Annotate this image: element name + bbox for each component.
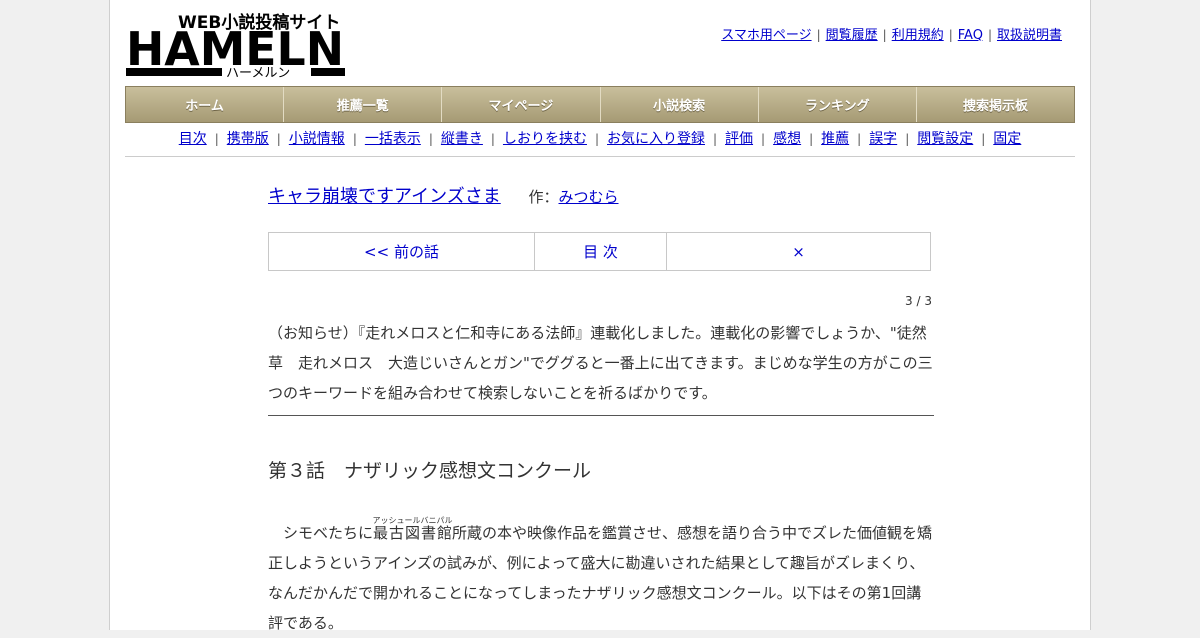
terms-link[interactable]: 利用規約 (892, 28, 944, 43)
smartphone-page-link[interactable]: スマホ用ページ (721, 28, 811, 43)
episode-nav: << 前の話 目 次 × (268, 232, 931, 271)
ruby-annotation: 最古図書館アッシュールバニパル (372, 516, 453, 542)
novel-title-link[interactable]: キャラ崩壊ですアインズさま (268, 186, 501, 207)
nav-recommendations[interactable]: 推薦一覧 (284, 87, 443, 122)
logo-kana: ハーメルン (226, 66, 290, 81)
manual-link[interactable]: 取扱説明書 (997, 28, 1062, 43)
novel-sub-nav: 目次 | 携帯版 | 小説情報 | 一括表示 | 縦書き | しおりを挟む | お気に入り登録 | 評価 | 感… (125, 122, 1075, 157)
nav-ranking[interactable]: ランキング (758, 87, 917, 122)
subnav-toc[interactable]: 目次 (179, 131, 207, 147)
page-container: WEB小説投稿サイト HAMELN ハーメルン スマホ用ページ | 閲覧履歴 | 利用規… (109, 0, 1091, 632)
nav-home[interactable]: ホーム (126, 87, 285, 122)
subnav-rating[interactable]: 評価 (725, 131, 753, 147)
subnav-novel-info[interactable]: 小説情報 (289, 131, 345, 147)
subnav-pin[interactable]: 固定 (993, 131, 1021, 147)
prev-episode-link[interactable]: << 前の話 (269, 233, 535, 270)
history-link[interactable]: 閲覧履歴 (826, 28, 878, 43)
global-nav: ホーム 推薦一覧 マイページ 小説検索 ランキング 捜索掲示板 (125, 86, 1075, 123)
author-link[interactable]: みつむら (559, 188, 619, 206)
site-logo[interactable]: WEB小説投稿サイト HAMELN ハーメルン (126, 10, 348, 86)
subnav-mobile[interactable]: 携帯版 (227, 131, 269, 147)
top-links: スマホ用ページ | 閲覧履歴 | 利用規約 | FAQ | 取扱説明書 (721, 28, 1062, 43)
subnav-typo[interactable]: 誤字 (869, 131, 897, 147)
nav-mypage[interactable]: マイページ (442, 87, 601, 122)
author-notice: （お知らせ）『走れメロスと仁和寺にある法師』連載化しました。連載化の影響でしょう… (268, 318, 934, 416)
nav-search-board[interactable]: 捜索掲示板 (916, 87, 1075, 122)
nav-novel-search[interactable]: 小説検索 (600, 87, 759, 122)
novel-header: キャラ崩壊ですアインズさま 作：みつむら (268, 180, 934, 214)
subnav-show-all[interactable]: 一括表示 (365, 131, 421, 147)
subnav-vertical[interactable]: 縦書き (441, 131, 483, 147)
toc-link[interactable]: 目 次 (535, 233, 667, 270)
subnav-favorite[interactable]: お気に入り登録 (607, 131, 705, 147)
ruby-text: アッシュールバニパル (372, 516, 453, 525)
main-content: キャラ崩壊ですアインズさま 作：みつむら << 前の話 目 次 × 3 / 3 … (268, 180, 934, 632)
subnav-recommend[interactable]: 推薦 (821, 131, 849, 147)
faq-link[interactable]: FAQ (958, 28, 983, 43)
body-text-before: シモベたちに (268, 524, 374, 542)
chapter-body: シモベたちに最古図書館アッシュールバニパル所蔵の本や映像作品を鑑賞させ、感想を語… (268, 516, 934, 638)
author-label: 作： (528, 188, 559, 206)
subnav-view-settings[interactable]: 閲覧設定 (917, 131, 973, 147)
page-indicator: 3 / 3 (905, 294, 932, 308)
chapter-title: 第３話 ナザリック感想文コンクール (268, 460, 592, 482)
ruby-base: 最古図書館 (372, 524, 453, 542)
hameln-logo-icon: WEB小説投稿サイト HAMELN ハーメルン (126, 12, 345, 81)
subnav-comments[interactable]: 感想 (773, 131, 801, 147)
next-episode-link[interactable]: × (667, 233, 930, 270)
subnav-bookmark[interactable]: しおりを挟む (503, 131, 587, 147)
